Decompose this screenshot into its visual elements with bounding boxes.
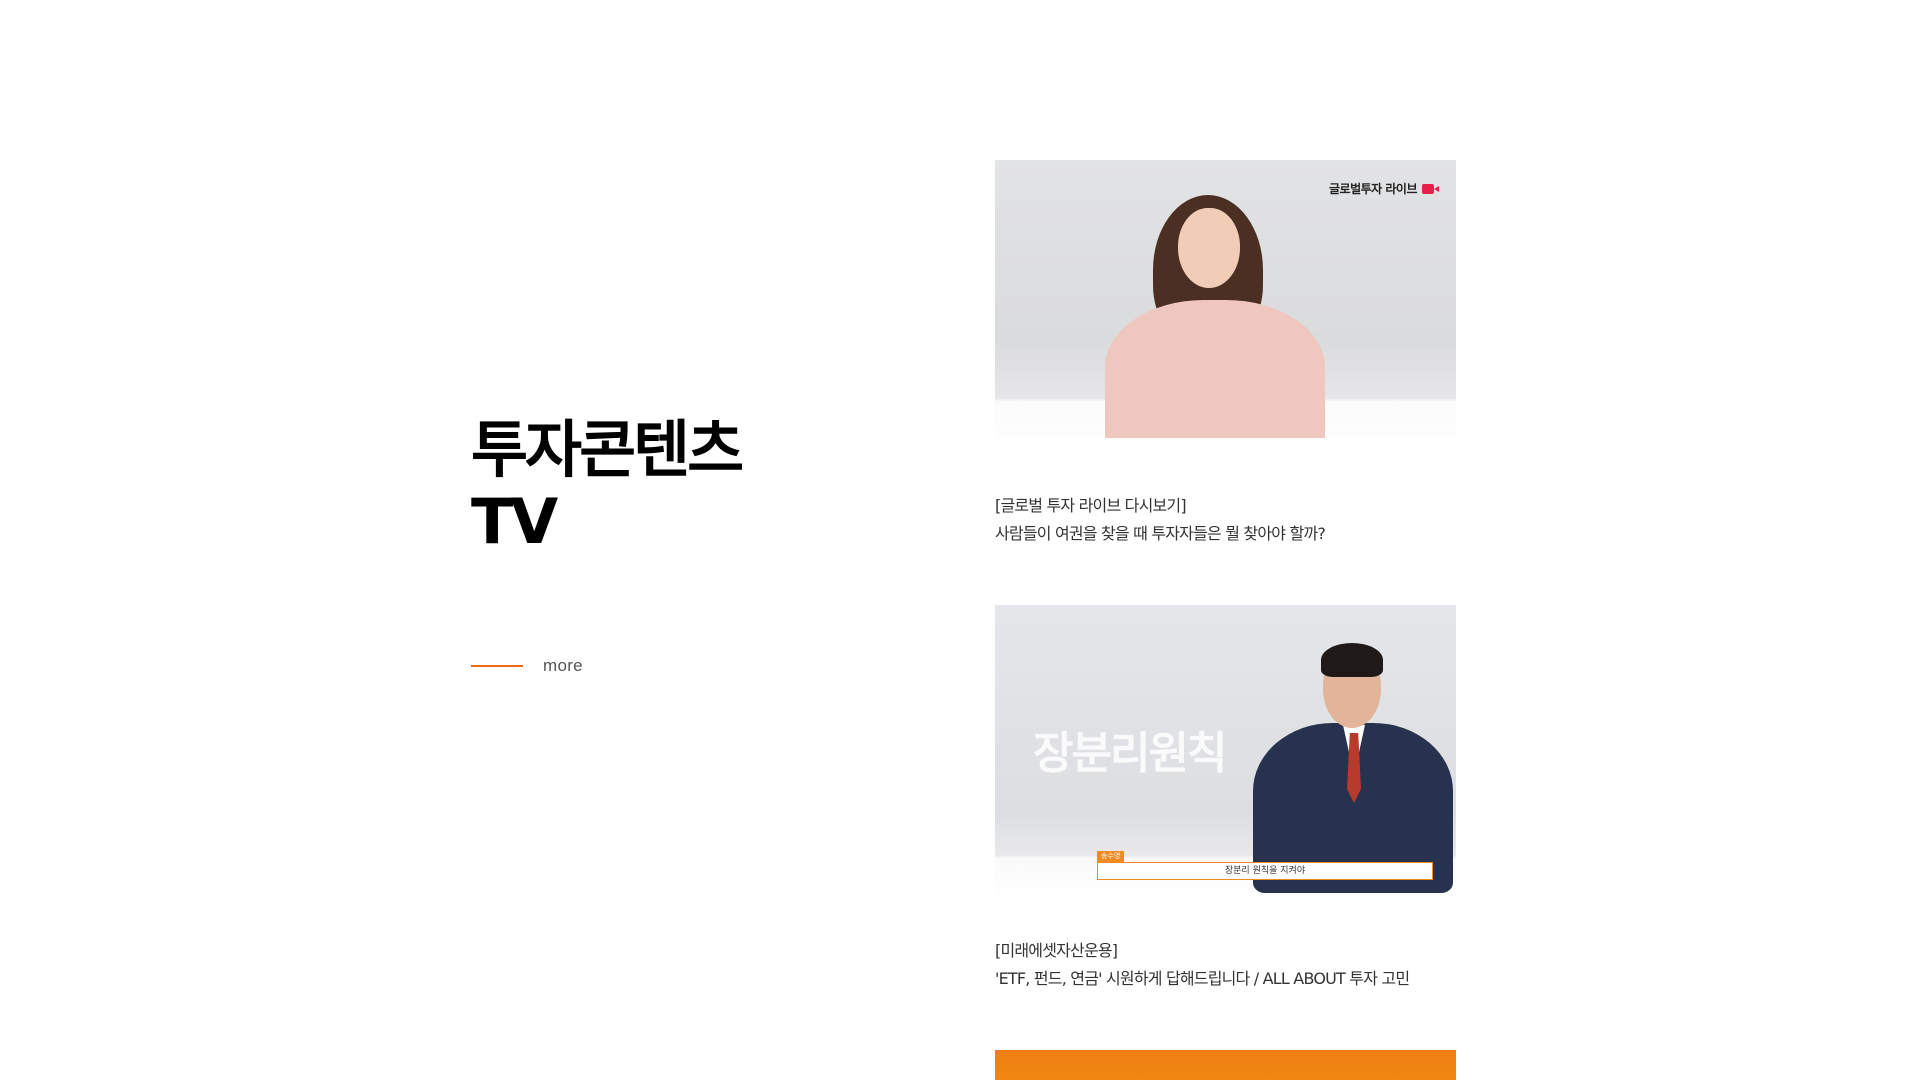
- video-caption-2[interactable]: [미래에셋자산운용] 'ETF, 펀드, 연금' 시원하게 답해드립니다 / A…: [995, 937, 1456, 993]
- video-thumbnail-2[interactable]: 장분리원칙 송수영 장분리 원칙을 지켜야: [995, 605, 1456, 903]
- video-camera-icon: [1422, 183, 1439, 194]
- thumbnail-badge-label: 글로벌투자 라이브: [1329, 182, 1418, 196]
- video-title: 'ETF, 펀드, 연금' 시원하게 답해드립니다 / ALL ABOUT 투자…: [995, 969, 1410, 988]
- investment-content-tv-section: 투자콘텐츠 TV more 글로벌투자 라이브 [글로벌 투자 라이브 다시보기…: [0, 0, 1920, 1080]
- video-title: 사람들이 여권을 찾을 때 투자자들은 뭘 찾아야 할까?: [995, 524, 1326, 543]
- video-card-2[interactable]: 장분리원칙 송수영 장분리 원칙을 지켜야 [미래에셋자산운용] 'ETF, 펀…: [995, 605, 1456, 993]
- lower-third-tag: 송수영: [1097, 851, 1125, 862]
- video-thumbnail-1[interactable]: 글로벌투자 라이브: [995, 160, 1456, 458]
- section-title-line1: 투자콘텐츠: [471, 413, 744, 486]
- more-line-decoration: [471, 665, 523, 667]
- desk: [995, 438, 1456, 458]
- section-title: 투자콘텐츠 TV: [471, 413, 744, 558]
- thumbnail-overlay-title: 장분리원칙: [1033, 728, 1227, 779]
- video-thumbnail-3[interactable]: [995, 1050, 1456, 1080]
- video-caption-1[interactable]: [글로벌 투자 라이브 다시보기] 사람들이 여권을 찾을 때 투자자들은 뭘 …: [995, 492, 1456, 548]
- presenter-body: [1105, 300, 1325, 450]
- video-category: [미래에셋자산운용]: [995, 941, 1118, 960]
- section-title-line2: TV: [471, 485, 558, 558]
- thumbnail-badge: 글로벌투자 라이브: [1329, 180, 1439, 197]
- presenter-hair: [1321, 643, 1383, 677]
- presenter-face: [1178, 208, 1240, 288]
- more-link[interactable]: more: [471, 656, 583, 676]
- video-card-3[interactable]: [995, 1050, 1456, 1080]
- video-card-1[interactable]: 글로벌투자 라이브 [글로벌 투자 라이브 다시보기] 사람들이 여권을 찾을 …: [995, 160, 1456, 548]
- more-label: more: [543, 656, 583, 675]
- video-category: [글로벌 투자 라이브 다시보기]: [995, 496, 1187, 515]
- lower-third-caption: 장분리 원칙을 지켜야: [1097, 862, 1433, 880]
